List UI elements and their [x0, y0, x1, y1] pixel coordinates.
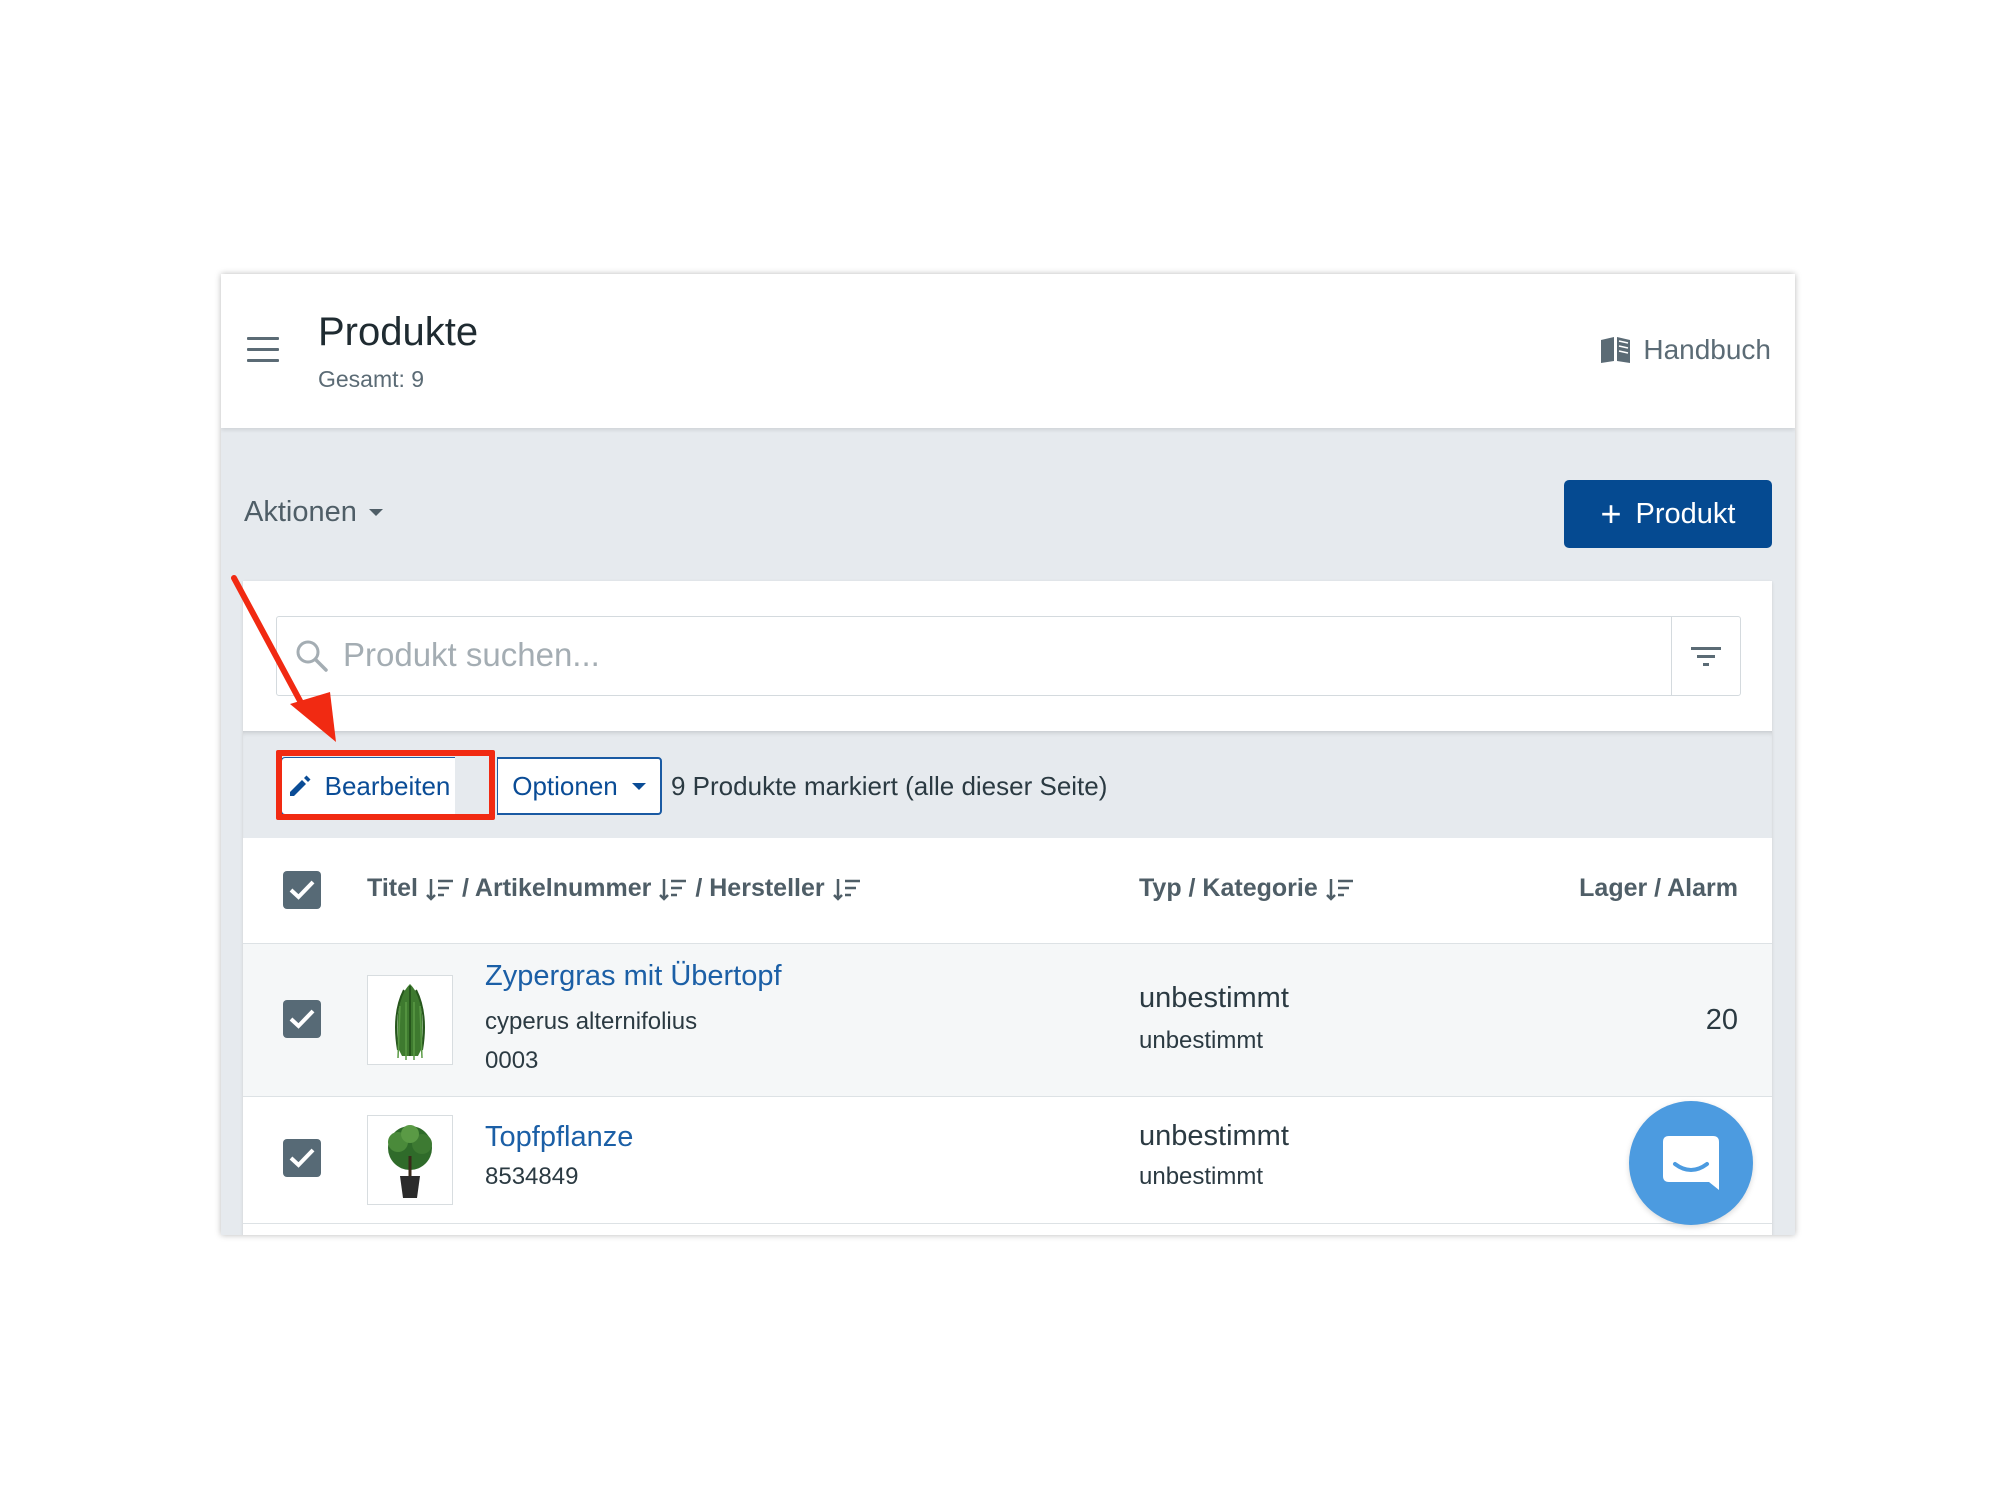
select-all-checkbox[interactable] [283, 871, 321, 909]
column-header-title: Titel / Artikelnummer / Hersteller [367, 874, 861, 903]
actions-label: Aktionen [244, 496, 357, 528]
app-window: Produkte Gesamt: 9 Handbuch Aktionen + P… [221, 274, 1795, 1235]
manual-label: Handbuch [1643, 334, 1771, 365]
sort-icon[interactable] [832, 877, 861, 901]
manual-link[interactable]: Handbuch [1599, 334, 1771, 366]
pencil-icon [289, 775, 311, 796]
plus-icon: + [1600, 493, 1622, 534]
product-category: unbestimmt [1139, 1027, 1264, 1054]
chat-icon [1663, 1136, 1719, 1190]
product-sku: cyperus alternifolius [485, 1008, 698, 1035]
sort-icon[interactable] [659, 877, 687, 901]
product-image [367, 975, 453, 1065]
bulk-action-bar: Bearbeiten Optionen 9 Produkte markiert … [243, 731, 1772, 838]
chevron-down-icon [631, 782, 646, 790]
plant-image [395, 984, 425, 1060]
column-title-label: Titel [367, 874, 418, 902]
options-label: Optionen [512, 770, 618, 801]
column-type-label: Typ / Kategorie [1139, 874, 1318, 902]
actions-dropdown[interactable]: Aktionen [244, 496, 383, 529]
table-header: Titel / Artikelnummer / Hersteller Typ /… [243, 838, 1772, 944]
chevron-down-icon [368, 509, 383, 516]
page-title: Produkte [318, 310, 479, 354]
products-card: Bearbeiten Optionen 9 Produkte markiert … [243, 581, 1772, 1235]
product-type: unbestimmt [1139, 1120, 1289, 1152]
product-manufacturer: 0003 [485, 1047, 539, 1074]
product-sku: 8534849 [485, 1163, 579, 1190]
product-title-link[interactable]: Zypergras mit Übertopf [485, 960, 782, 993]
options-dropdown[interactable]: Optionen [497, 757, 662, 815]
check-icon [289, 1009, 315, 1029]
table-row[interactable]: Zypergras mit Übertopf cyperus alternifo… [243, 944, 1772, 1097]
product-title-link[interactable]: Topfpflanze [485, 1121, 633, 1154]
column-sku-label: / Artikelnummer [461, 874, 652, 902]
edit-button[interactable]: Bearbeiten [281, 757, 455, 815]
product-image [367, 1115, 453, 1205]
add-product-button[interactable]: + Produkt [1564, 480, 1772, 548]
book-icon [1601, 337, 1631, 363]
column-manufacturer-label: / Hersteller [695, 874, 825, 902]
row-checkbox[interactable] [283, 1000, 321, 1038]
menu-icon[interactable] [247, 337, 279, 363]
sort-icon[interactable] [426, 877, 454, 901]
filter-button[interactable] [1671, 617, 1740, 695]
page-subtitle: Gesamt: 9 [318, 366, 425, 392]
search-icon [296, 640, 328, 672]
top-bar: Produkte Gesamt: 9 Handbuch [221, 274, 1795, 428]
check-icon [289, 1148, 315, 1168]
plant-image [388, 1125, 432, 1198]
search-input[interactable] [343, 631, 1643, 679]
product-stock: 20 [1705, 1004, 1738, 1036]
column-stock-label: Lager / Alarm [1579, 874, 1738, 902]
chat-launcher-button[interactable] [1629, 1101, 1753, 1225]
product-type: unbestimmt [1139, 982, 1289, 1014]
add-product-label: Produkt [1635, 497, 1736, 530]
check-icon [289, 880, 315, 900]
column-header-type: Typ / Kategorie [1139, 874, 1354, 903]
selection-count: 9 Produkte markiert (alle dieser Seite) [671, 771, 1108, 801]
filter-icon [1691, 647, 1721, 666]
row-checkbox[interactable] [283, 1139, 321, 1177]
edit-label: Bearbeiten [324, 770, 451, 801]
table-row[interactable]: Topfpflanze 8534849 unbestimmt unbestimm… [243, 1097, 1772, 1224]
sort-icon[interactable] [1325, 877, 1354, 901]
search-box [276, 616, 1741, 696]
column-header-stock: Lager / Alarm [1579, 874, 1738, 903]
product-category: unbestimmt [1139, 1163, 1264, 1190]
